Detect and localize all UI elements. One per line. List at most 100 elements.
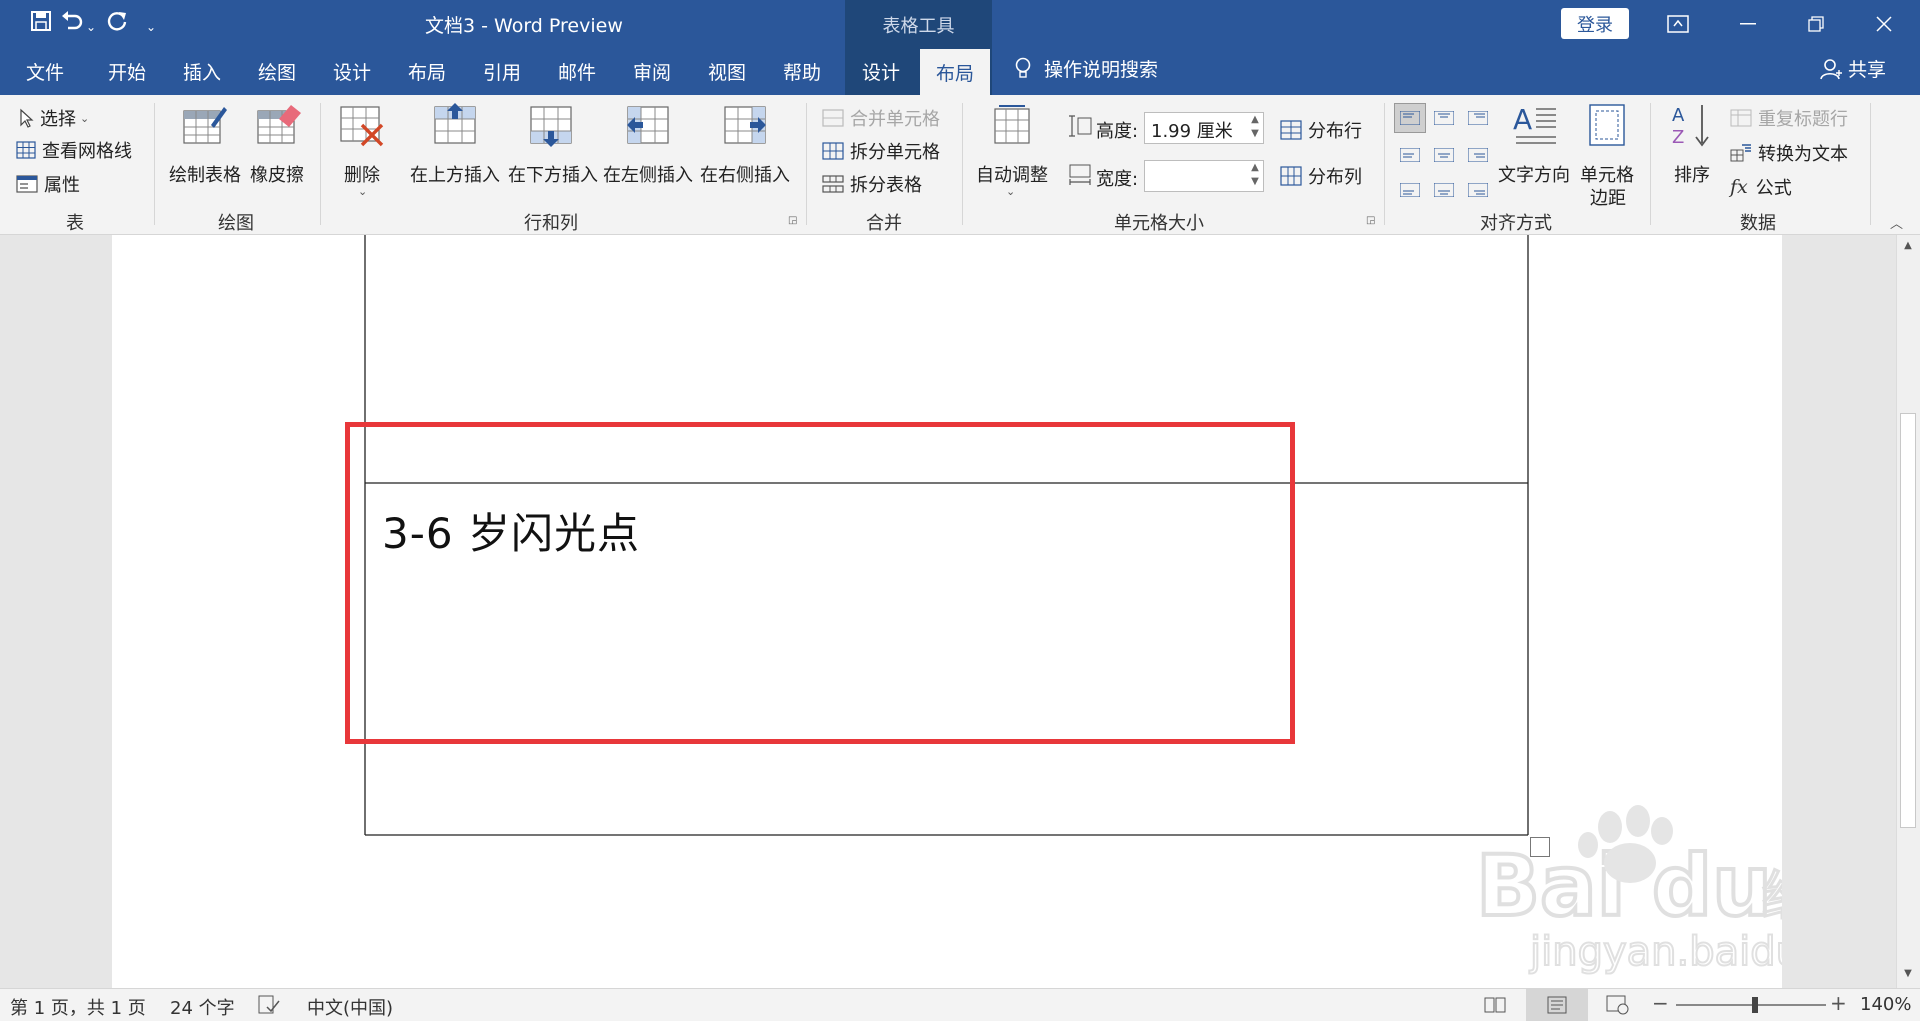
draw-table-button[interactable]: 绘制表格 — [166, 103, 246, 203]
undo-icon[interactable] — [60, 10, 84, 39]
table-cell-text[interactable]: 3-6 岁闪光点 — [382, 500, 640, 561]
insert-below-icon — [530, 106, 572, 147]
align-middle-left-icon[interactable] — [1400, 148, 1420, 162]
chevron-down-icon: ⌄ — [80, 111, 90, 125]
grid-icon — [16, 141, 36, 159]
restore-icon[interactable] — [1788, 0, 1844, 47]
delete-label: 删除 — [344, 165, 380, 186]
tab-draw[interactable]: 绘图 — [258, 58, 296, 85]
height-label: 高度: — [1096, 121, 1139, 142]
draw-table-icon — [183, 107, 227, 144]
eraser-label: 橡皮擦 — [250, 165, 304, 186]
split-table-button[interactable]: 拆分表格 — [822, 171, 922, 197]
redo-icon[interactable] — [106, 10, 128, 39]
login-button[interactable]: 登录 — [1561, 8, 1629, 39]
align-bottom-right-icon[interactable] — [1468, 183, 1488, 197]
delete-button[interactable]: 删除 ⌄ — [332, 103, 392, 207]
split-cells-button[interactable]: 拆分单元格 — [822, 138, 940, 164]
align-middle-right-icon[interactable] — [1468, 148, 1488, 162]
autofit-button[interactable]: 自动调整 ⌄ — [974, 103, 1050, 207]
view-gridlines-button[interactable]: 查看网格线 — [16, 137, 132, 163]
select-button[interactable]: 选择 ⌄ — [18, 105, 89, 131]
group-label-table: 表 — [66, 213, 84, 234]
dialog-launcher-icon[interactable]: ◲ — [788, 215, 797, 226]
proofing-icon[interactable] — [258, 995, 280, 1015]
ribbon-layout: 选择 ⌄ 查看网格线 属性 表 绘制表格 橡皮擦 绘图 删除 ⌄ 在上方插入 在… — [0, 95, 1920, 235]
customize-qat-icon[interactable]: ⌄ — [146, 14, 156, 40]
formula-button[interactable]: fx 公式 — [1730, 174, 1792, 200]
read-mode-icon[interactable] — [1484, 996, 1506, 1014]
distribute-rows-label: 分布行 — [1308, 121, 1362, 142]
text-direction-label: 文字方向 — [1498, 165, 1570, 186]
tab-view[interactable]: 视图 — [708, 58, 746, 85]
save-icon[interactable] — [30, 10, 52, 39]
web-layout-icon[interactable] — [1606, 995, 1630, 1015]
tab-design[interactable]: 设计 — [333, 58, 371, 85]
page-count[interactable]: 第 1 页，共 1 页 — [10, 994, 146, 1020]
align-middle-center-icon[interactable] — [1434, 148, 1454, 162]
undo-dropdown-icon[interactable]: ⌄ — [86, 14, 96, 40]
align-top-center-icon[interactable] — [1434, 111, 1454, 125]
insert-right-label: 在右侧插入 — [700, 165, 790, 186]
height-spinner[interactable]: ▲ ▼ — [1248, 113, 1262, 143]
cursor-icon — [20, 108, 34, 128]
group-label-alignment: 对齐方式 — [1480, 213, 1552, 234]
properties-button[interactable]: 属性 — [16, 171, 80, 197]
autofit-label: 自动调整 — [976, 165, 1048, 186]
scroll-thumb[interactable] — [1900, 413, 1916, 828]
align-bottom-center-icon[interactable] — [1434, 183, 1454, 197]
dialog-launcher-icon[interactable]: ◲ — [1366, 215, 1375, 226]
collapse-ribbon-icon[interactable]: ︿ — [1890, 213, 1903, 232]
function-icon: fx — [1730, 176, 1748, 198]
zoom-slider-thumb[interactable] — [1752, 997, 1758, 1013]
insert-above-button[interactable]: 在上方插入 — [408, 103, 504, 203]
tab-file[interactable]: 文件 — [26, 58, 64, 85]
tab-table-design[interactable]: 设计 — [862, 58, 900, 85]
tab-layout[interactable]: 布局 — [408, 58, 446, 85]
align-top-right-icon[interactable] — [1468, 111, 1488, 125]
insert-left-icon — [627, 106, 669, 144]
tab-mailings[interactable]: 邮件 — [558, 58, 596, 85]
cell-margins-button[interactable]: 单元格 边距 — [1578, 103, 1638, 209]
language[interactable]: 中文(中国) — [307, 994, 393, 1020]
vertical-scrollbar[interactable]: ▲ ▼ — [1896, 235, 1920, 988]
sort-button[interactable]: AZ 排序 — [1662, 103, 1724, 203]
group-label-cell-size: 单元格大小 — [1114, 213, 1204, 234]
zoom-in-button[interactable]: + — [1830, 991, 1847, 1015]
print-layout-icon — [1547, 996, 1567, 1014]
tab-review[interactable]: 审阅 — [633, 58, 671, 85]
ribbon-display-icon[interactable] — [1650, 0, 1706, 47]
formula-label: 公式 — [1755, 178, 1792, 199]
height-input[interactable]: 1.99 厘米 — [1144, 112, 1264, 144]
text-direction-button[interactable]: A 文字方向 — [1498, 103, 1574, 203]
table-tools-label: 表格工具 — [882, 16, 955, 37]
width-input[interactable] — [1144, 160, 1264, 192]
merge-cells-icon — [822, 109, 844, 127]
insert-above-label: 在上方插入 — [410, 165, 500, 186]
tab-home[interactable]: 开始 — [108, 58, 146, 85]
minimize-icon[interactable] — [1720, 0, 1776, 47]
word-count[interactable]: 24 个字 — [170, 994, 235, 1020]
align-bottom-left-icon[interactable] — [1400, 183, 1420, 197]
svg-text:A: A — [1672, 105, 1685, 126]
print-layout-view[interactable] — [1526, 989, 1588, 1021]
tab-help[interactable]: 帮助 — [783, 58, 821, 85]
distribute-rows-button[interactable]: 分布行 — [1280, 117, 1362, 143]
tab-references[interactable]: 引用 — [483, 58, 521, 85]
group-separator — [806, 103, 807, 225]
convert-to-text-button[interactable]: 转换为文本 — [1730, 140, 1848, 166]
scroll-down-icon[interactable]: ▼ — [1899, 965, 1917, 983]
zoom-level[interactable]: 140% — [1860, 994, 1911, 1015]
cell-margins-icon — [1589, 104, 1625, 146]
zoom-out-button[interactable]: − — [1652, 991, 1669, 1015]
insert-left-button[interactable]: 在左侧插入 — [603, 103, 699, 203]
eraser-button[interactable]: 橡皮擦 — [247, 103, 311, 203]
width-spinner[interactable]: ▲ ▼ — [1248, 161, 1262, 191]
zoom-slider-track[interactable] — [1676, 1004, 1826, 1006]
tab-insert[interactable]: 插入 — [183, 58, 221, 85]
scroll-up-icon[interactable]: ▲ — [1899, 237, 1917, 255]
distribute-columns-button[interactable]: 分布列 — [1280, 163, 1362, 189]
close-icon[interactable] — [1856, 0, 1912, 47]
insert-below-button[interactable]: 在下方插入 — [506, 103, 602, 203]
insert-right-button[interactable]: 在右侧插入 — [700, 103, 796, 203]
